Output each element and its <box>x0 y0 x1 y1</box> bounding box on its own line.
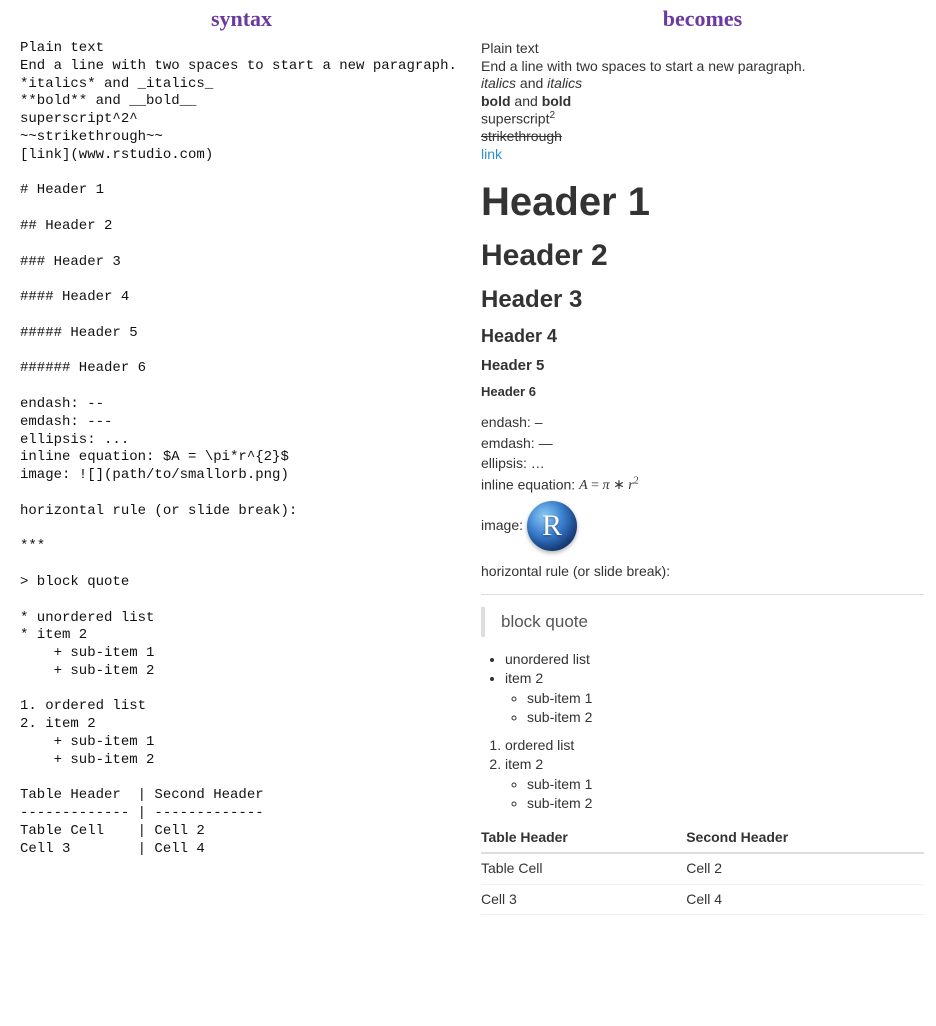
rendered-table: Table Header Second Header Table Cell Ce… <box>481 823 924 916</box>
table-header-row: Table Header Second Header <box>481 823 924 854</box>
emdash-char: — <box>539 435 553 451</box>
image-line: image: R <box>481 501 924 551</box>
list-item: sub-item 1 <box>527 776 924 794</box>
list-item: sub-item 2 <box>527 709 924 727</box>
list-item: item 2 sub-item 1 sub-item 2 <box>505 670 924 727</box>
endash-label: endash: <box>481 414 535 430</box>
blockquote: block quote <box>481 607 924 636</box>
table-cell: Cell 4 <box>686 884 924 915</box>
strike-text: strikethrough <box>481 128 562 144</box>
endash-line: endash: – <box>481 414 924 432</box>
table-header: Second Header <box>686 823 924 854</box>
eq-pow: 2 <box>634 476 639 487</box>
italics-line: italics and italics <box>481 75 924 93</box>
ellipsis-char: … <box>531 455 545 471</box>
rendered-h1: Header 1 <box>481 177 924 227</box>
and-text-2: and <box>511 93 542 109</box>
table-row: Cell 3 Cell 4 <box>481 884 924 915</box>
rendered-link[interactable]: link <box>481 146 502 162</box>
italics-1: italics <box>481 75 516 91</box>
r-logo-icon: R <box>527 501 577 551</box>
list-item: item 2 sub-item 1 sub-item 2 <box>505 756 924 813</box>
horizontal-rule <box>481 594 924 595</box>
image-label: image: <box>481 517 523 535</box>
list-item: ordered list <box>505 737 924 755</box>
superscript-value: 2 <box>549 110 555 121</box>
r-logo-letter: R <box>542 507 562 545</box>
table-cell: Cell 3 <box>481 884 686 915</box>
rendered-h4: Header 4 <box>481 325 924 348</box>
syntax-column: syntax Plain text End a line with two sp… <box>0 0 473 1026</box>
ellipsis-label: ellipsis: <box>481 455 531 471</box>
sub-list: sub-item 1 sub-item 2 <box>527 690 924 727</box>
plain-line-2: End a line with two spaces to start a ne… <box>481 58 924 76</box>
ordered-list: ordered list item 2 sub-item 1 sub-item … <box>505 737 924 813</box>
rendered-h6: Header 6 <box>481 384 924 400</box>
superscript-word: superscript <box>481 111 549 127</box>
table-cell: Table Cell <box>481 853 686 884</box>
link-line: link <box>481 146 924 164</box>
italics-2: italics <box>547 75 582 91</box>
ellipsis-line: ellipsis: … <box>481 455 924 473</box>
table-header: Table Header <box>481 823 686 854</box>
emdash-label: emdash: <box>481 435 539 451</box>
rendered-column: becomes Plain text End a line with two s… <box>473 0 936 1026</box>
bold-1: bold <box>481 93 511 109</box>
dash-block: endash: – emdash: — ellipsis: … inline e… <box>481 414 924 551</box>
list-item-label: item 2 <box>505 756 543 772</box>
eq-A: A <box>579 478 588 493</box>
rendered-h2: Header 2 <box>481 237 924 275</box>
list-item: sub-item 1 <box>527 690 924 708</box>
hr-label: horizontal rule (or slide break): <box>481 563 924 581</box>
emdash-line: emdash: — <box>481 435 924 453</box>
plain-line-1: Plain text <box>481 40 924 58</box>
eq-pi: π <box>603 478 610 493</box>
list-item-label: item 2 <box>505 670 543 686</box>
eq-label: inline equation: <box>481 476 579 492</box>
list-item: sub-item 2 <box>527 795 924 813</box>
eq-eq: = <box>588 478 603 493</box>
table-cell: Cell 2 <box>686 853 924 884</box>
syntax-code-block: Plain text End a line with two spaces to… <box>20 40 463 859</box>
superscript-line: superscript2 <box>481 110 924 128</box>
and-text-1: and <box>516 75 547 91</box>
strike-line: strikethrough <box>481 128 924 146</box>
sub-list: sub-item 1 sub-item 2 <box>527 776 924 813</box>
syntax-title: syntax <box>20 0 463 40</box>
table-row: Table Cell Cell 2 <box>481 853 924 884</box>
unordered-list: unordered list item 2 sub-item 1 sub-ite… <box>505 651 924 727</box>
rendered-plain-text: Plain text End a line with two spaces to… <box>481 40 924 163</box>
list-item: unordered list <box>505 651 924 669</box>
equation-line: inline equation: A = π ∗ r2 <box>481 476 924 495</box>
rendered-h5: Header 5 <box>481 357 924 376</box>
eq-star: ∗ <box>610 478 629 493</box>
becomes-title: becomes <box>481 0 924 40</box>
rendered-h3: Header 3 <box>481 285 924 315</box>
bold-2: bold <box>542 93 572 109</box>
bold-line: bold and bold <box>481 93 924 111</box>
endash-char: – <box>535 414 543 430</box>
